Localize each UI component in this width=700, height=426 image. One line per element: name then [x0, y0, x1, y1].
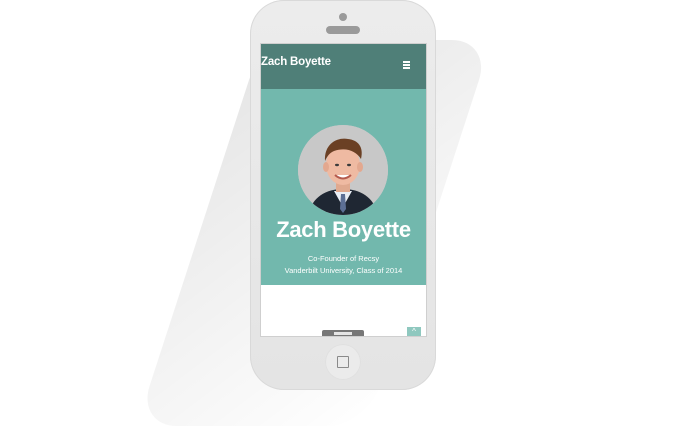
phone-screen: Zach Boyette Zach Boyette Co-Founder of … — [261, 44, 426, 336]
camera-icon — [339, 13, 347, 21]
speaker-grille — [326, 26, 360, 34]
chevron-up-icon[interactable]: ^ — [407, 327, 421, 336]
avatar — [298, 125, 388, 215]
hero-section: Zach Boyette Co-Founder of Recsy Vanderb… — [261, 89, 426, 285]
hero-subtitle-school: Vanderbilt University, Class of 2014 — [284, 266, 403, 275]
profile-photo — [298, 125, 388, 215]
brand-link[interactable]: Zach Boyette — [261, 56, 331, 68]
hero-subtitle-role: Co-Founder of Recsy — [307, 254, 380, 263]
hero-name: Zach Boyette — [276, 217, 411, 242]
hamburger-icon[interactable] — [403, 61, 410, 69]
bottom-tab[interactable] — [322, 330, 364, 336]
navbar: Zach Boyette — [261, 44, 426, 89]
content-area — [261, 285, 426, 336]
home-button-icon[interactable] — [325, 344, 361, 380]
